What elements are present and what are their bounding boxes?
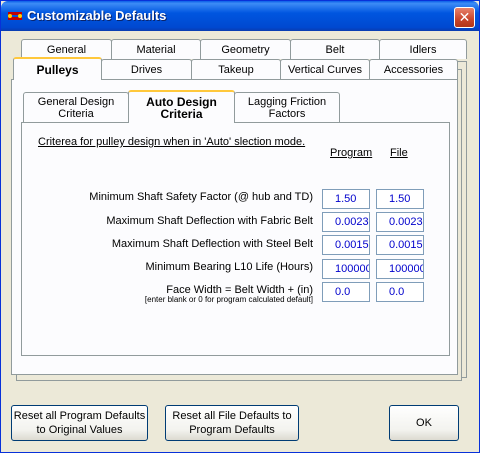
tab-label: Lagging Friction Factors bbox=[248, 96, 326, 120]
shaft-safety-factor-file-input[interactable]: 1.50 bbox=[376, 189, 424, 209]
tab-label: Vertical Curves bbox=[288, 63, 362, 76]
dialog-window: Customizable Defaults ✕ General Material… bbox=[0, 0, 480, 453]
tab-drives[interactable]: Drives bbox=[101, 59, 192, 79]
tab-label: General Design Criteria bbox=[38, 96, 114, 120]
window-title: Customizable Defaults bbox=[27, 8, 167, 23]
tab-belt[interactable]: Belt bbox=[290, 39, 380, 59]
button-label-line1: Reset all Program Defaults bbox=[13, 410, 146, 422]
deflection-fabric-file-input[interactable]: 0.0023 bbox=[376, 212, 424, 232]
tab-label: Geometry bbox=[221, 43, 270, 56]
tab-label: Idlers bbox=[409, 43, 437, 56]
close-button[interactable]: ✕ bbox=[454, 7, 475, 28]
row-label-deflection-steel: Maximum Shaft Deflection with Steel Belt bbox=[111, 238, 313, 250]
face-width-note: [enter blank or 0 for program calculated… bbox=[144, 295, 313, 304]
tab-accessories[interactable]: Accessories bbox=[369, 59, 458, 79]
title-bar[interactable]: Customizable Defaults ✕ bbox=[1, 1, 479, 31]
deflection-steel-program-input[interactable]: 0.0015 bbox=[322, 235, 370, 255]
tab-label-line2: Criteria bbox=[160, 106, 203, 121]
program-column-header: Program bbox=[330, 147, 373, 159]
row-label-shaft-safety-factor: Minimum Shaft Safety Factor (@ hub and T… bbox=[89, 191, 313, 203]
row-label-deflection-fabric: Maximum Shaft Deflection with Fabric Bel… bbox=[106, 215, 313, 227]
tab-label: Belt bbox=[325, 43, 345, 56]
file-column-header: File bbox=[390, 147, 408, 159]
bearing-life-program-input[interactable]: 100000 bbox=[322, 259, 370, 279]
ok-button[interactable]: OK bbox=[389, 405, 459, 441]
tab-label: Accessories bbox=[383, 63, 444, 76]
tab-takeup[interactable]: Takeup bbox=[191, 59, 281, 79]
conveyor-app-icon bbox=[7, 9, 23, 23]
tab-geometry[interactable]: Geometry bbox=[200, 39, 291, 59]
close-icon: ✕ bbox=[458, 9, 471, 26]
shaft-safety-factor-program-input[interactable]: 1.50 bbox=[322, 189, 370, 209]
tab-label: General bbox=[46, 43, 87, 56]
button-label: Reset all File Defaults to Program Defaul… bbox=[172, 409, 291, 437]
reset-file-defaults-button[interactable]: Reset all File Defaults to Program Defaul… bbox=[165, 405, 299, 441]
deflection-fabric-program-input[interactable]: 0.0023 bbox=[322, 212, 370, 232]
tab-label: Pulleys bbox=[36, 62, 79, 77]
tab-label-line2: Factors bbox=[268, 108, 306, 120]
tab-label-line1: General Design bbox=[37, 96, 115, 108]
tab-label-line2: Criteria bbox=[58, 108, 94, 120]
tab-label-line1: Lagging Friction bbox=[247, 96, 327, 108]
tab-vertical-curves[interactable]: Vertical Curves bbox=[280, 59, 370, 79]
tab-lagging-friction-factors[interactable]: Lagging Friction Factors bbox=[234, 92, 340, 123]
button-label: Reset all Program Defaults to Original Va… bbox=[14, 409, 145, 437]
tab-label: Takeup bbox=[218, 63, 254, 76]
tab-label: Drives bbox=[130, 63, 163, 76]
reset-program-defaults-button[interactable]: Reset all Program Defaults to Original Va… bbox=[11, 405, 148, 441]
face-width-program-input[interactable]: 0.0 bbox=[322, 282, 370, 302]
row-label-bearing-life: Minimum Bearing L10 Life (Hours) bbox=[145, 261, 313, 273]
tab-general[interactable]: General bbox=[21, 39, 112, 59]
tab-material[interactable]: Material bbox=[111, 39, 201, 59]
bearing-life-file-input[interactable]: 100000 bbox=[376, 259, 424, 279]
panel-description: Criterea for pulley design when in 'Auto… bbox=[38, 136, 306, 148]
tab-label: Auto Design Criteria bbox=[146, 96, 217, 120]
tab-general-design-criteria[interactable]: General Design Criteria bbox=[23, 92, 129, 123]
button-label-line2: Program Defaults bbox=[189, 424, 275, 436]
tab-pulleys[interactable]: Pulleys bbox=[13, 57, 102, 80]
button-label-line1: Reset all File Defaults to bbox=[172, 410, 292, 422]
tab-idlers[interactable]: Idlers bbox=[379, 39, 467, 59]
deflection-steel-file-input[interactable]: 0.0015 bbox=[376, 235, 424, 255]
tab-label: Material bbox=[136, 43, 176, 56]
face-width-file-input[interactable]: 0.0 bbox=[376, 282, 424, 302]
tab-auto-design-criteria[interactable]: Auto Design Criteria bbox=[128, 90, 235, 123]
button-label-line2: to Original Values bbox=[36, 424, 123, 436]
